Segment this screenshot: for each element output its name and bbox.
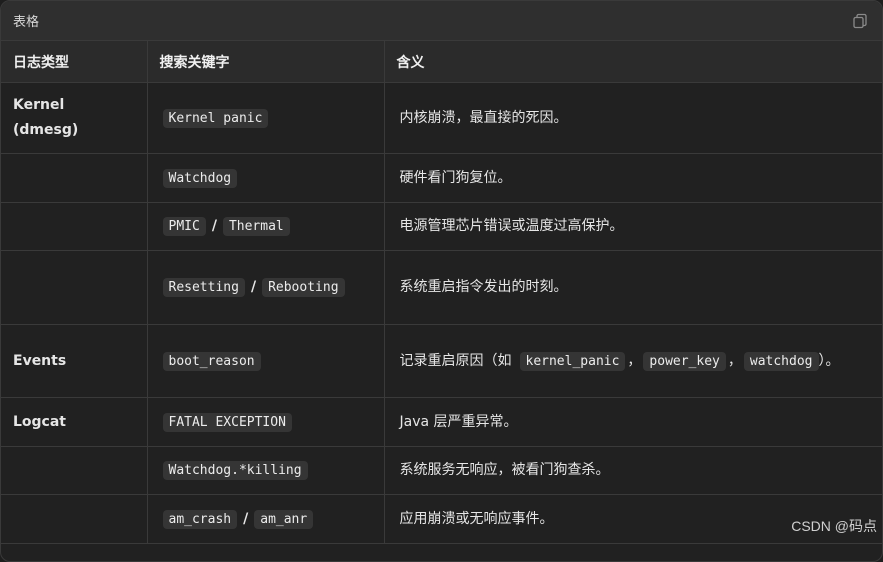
cell-log-type: Kernel (dmesg) bbox=[1, 82, 148, 154]
panel-header: 表格 bbox=[1, 1, 882, 41]
keyword-separator: / bbox=[250, 279, 257, 295]
meaning-text: 记录重启原因（如 bbox=[399, 352, 512, 369]
cell-meaning: 内核崩溃，最直接的死因。 bbox=[384, 82, 882, 154]
cell-meaning: 系统重启指令发出的时刻。 bbox=[384, 250, 882, 325]
cell-log-type bbox=[1, 494, 148, 544]
list-separator: ， bbox=[627, 352, 642, 369]
keyword-code: am_anr bbox=[254, 509, 314, 529]
meaning-text: ）。 bbox=[818, 352, 840, 369]
cell-keyword: Resetting / Rebooting bbox=[147, 250, 385, 325]
cell-keyword: am_crash / am_anr bbox=[147, 494, 385, 544]
table-row: PMIC / Thermal 电源管理芯片错误或温度过高保护。 bbox=[1, 202, 882, 251]
log-table: 日志类型 搜索关键字 含义 Kernel (dmesg) Kernel panic… bbox=[1, 41, 882, 544]
cell-keyword: boot_reason bbox=[147, 324, 385, 398]
cell-log-type: Events bbox=[1, 324, 148, 398]
keyword-code: Thermal bbox=[222, 217, 290, 236]
cell-meaning: 电源管理芯片错误或温度过高保护。 bbox=[384, 202, 882, 251]
watermark: CSDN @码点 bbox=[791, 518, 877, 534]
header-keyword: 搜索关键字 bbox=[147, 41, 385, 83]
keyword-code: PMIC bbox=[162, 217, 206, 236]
table-header-row: 日志类型 搜索关键字 含义 bbox=[1, 41, 882, 83]
cell-keyword: Watchdog bbox=[147, 153, 385, 203]
cell-log-type bbox=[1, 202, 148, 251]
cell-meaning: Java 层严重异常。 bbox=[384, 397, 882, 447]
cell-keyword: Watchdog.*killing bbox=[147, 446, 385, 495]
table-row: Logcat FATAL EXCEPTION Java 层严重异常。 bbox=[1, 397, 882, 447]
cell-keyword: PMIC / Thermal bbox=[147, 202, 385, 251]
table-row: Watchdog 硬件看门狗复位。 bbox=[1, 153, 882, 203]
cell-log-type: Logcat bbox=[1, 397, 148, 447]
copy-icon[interactable] bbox=[850, 11, 870, 31]
meaning-code: watchdog bbox=[743, 351, 819, 371]
keyword-code: Kernel panic bbox=[162, 108, 269, 128]
cell-log-type bbox=[1, 446, 148, 495]
cell-meaning: 记录重启原因（如 kernel_panic， power_key， watchdog）… bbox=[384, 324, 882, 398]
keyword-separator: / bbox=[211, 218, 217, 234]
table-row: am_crash / am_anr 应用崩溃或无响应事件。 bbox=[1, 494, 882, 544]
meaning-code: power_key bbox=[643, 351, 726, 371]
cell-keyword: FATAL EXCEPTION bbox=[147, 397, 385, 447]
panel-title: 表格 bbox=[13, 15, 40, 30]
table-row: Watchdog.*killing 系统服务无响应，被看门狗查杀。 bbox=[1, 446, 882, 495]
keyword-code: Watchdog bbox=[162, 168, 238, 188]
header-log-type: 日志类型 bbox=[1, 41, 148, 83]
cell-meaning: 系统服务无响应，被看门狗查杀。 bbox=[384, 446, 882, 495]
cell-keyword: Kernel panic bbox=[147, 82, 385, 154]
table-row: Resetting / Rebooting 系统重启指令发出的时刻。 bbox=[1, 250, 882, 325]
header-meaning: 含义 bbox=[384, 41, 882, 83]
list-separator: ， bbox=[727, 352, 742, 369]
cell-meaning: 硬件看门狗复位。 bbox=[384, 153, 882, 203]
cell-log-type bbox=[1, 250, 148, 325]
keyword-code: boot_reason bbox=[162, 351, 261, 371]
keyword-code: Rebooting bbox=[262, 278, 345, 297]
cell-log-type bbox=[1, 153, 148, 203]
keyword-code: am_crash bbox=[162, 509, 238, 529]
table-row: Events boot_reason 记录重启原因（如 kernel_panic， po… bbox=[1, 324, 882, 398]
keyword-code: FATAL EXCEPTION bbox=[162, 412, 292, 432]
table-panel: 表格 日志类型 搜索关键字 含义 Kernel (dmesg) Kernel pa… bbox=[0, 0, 883, 562]
keyword-separator: / bbox=[243, 510, 249, 527]
keyword-code: Resetting bbox=[162, 278, 245, 297]
table-row: Kernel (dmesg) Kernel panic 内核崩溃，最直接的死因。 bbox=[1, 82, 882, 154]
keyword-code: Watchdog.*killing bbox=[162, 461, 308, 480]
meaning-code: kernel_panic bbox=[519, 351, 626, 371]
